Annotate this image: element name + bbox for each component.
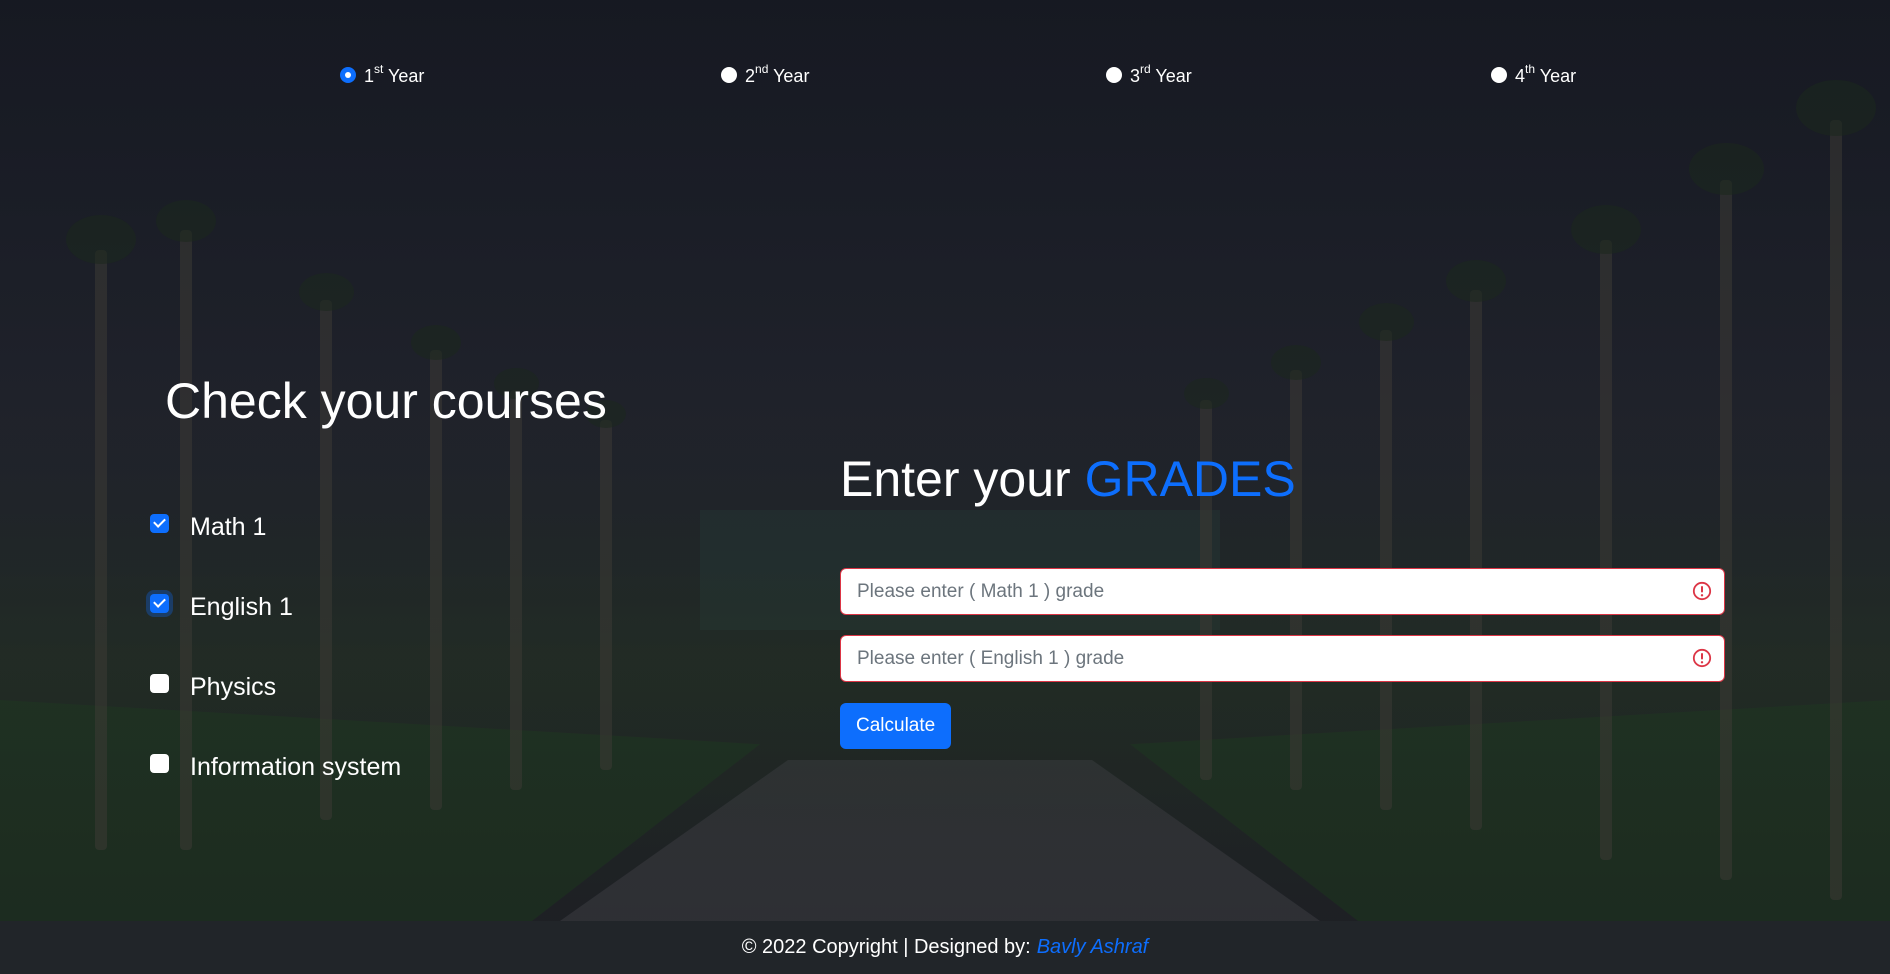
background-tree-trunk [1720, 180, 1732, 880]
year-1-radio[interactable] [340, 67, 356, 83]
year-option-1[interactable]: 1st Year [340, 62, 424, 88]
exclamation-circle-icon [1692, 648, 1712, 668]
grades-title: Enter your GRADES [840, 450, 1296, 508]
year-option-4[interactable]: 4th Year [1491, 62, 1576, 88]
physics-checkbox[interactable] [150, 673, 169, 693]
course-item-information-system[interactable]: Information system [150, 750, 401, 784]
year-2-suffix: nd [755, 61, 769, 76]
english-1-label: English 1 [190, 592, 293, 621]
year-2-number: 2 [745, 65, 756, 86]
background-tree-trunk [1600, 240, 1612, 860]
course-item-physics[interactable]: Physics [150, 670, 401, 704]
courses-title: Check your courses [165, 373, 607, 429]
background-tree-trunk [1470, 290, 1482, 830]
year-1-word: Year [388, 65, 425, 86]
background-tree-crown [66, 215, 136, 264]
year-selector: 1st Year 2nd Year 3rd Year 4th Year [0, 62, 1890, 88]
grades-title-prefix: Enter your [840, 451, 1071, 507]
math-1-label: Math 1 [190, 512, 267, 541]
background-tree-crown [1688, 142, 1764, 195]
background-tree-crown [1358, 302, 1414, 341]
background-tree-crown [1271, 345, 1321, 380]
year-2-label: 2nd Year [745, 61, 810, 87]
year-1-number: 1 [364, 65, 375, 86]
background-tree-crown [411, 325, 461, 360]
background-tree-crown [298, 272, 354, 311]
course-item-english-1[interactable]: English 1 [150, 590, 401, 624]
year-1-suffix: st [374, 61, 384, 76]
background-tree-crown [156, 200, 216, 242]
grades-title-accent: GRADES [1084, 451, 1296, 507]
math-1-checkbox[interactable] [150, 513, 169, 533]
year-4-suffix: th [1525, 61, 1536, 76]
background-tree-trunk [510, 390, 522, 790]
year-3-suffix: rd [1140, 61, 1151, 76]
year-3-label: 3rd Year [1130, 61, 1192, 87]
background-tree-crown [1571, 205, 1641, 254]
year-option-2[interactable]: 2nd Year [721, 62, 809, 88]
background-tree-crown [1446, 260, 1506, 302]
english-1-grade-field [840, 635, 1725, 682]
year-3-radio[interactable] [1106, 67, 1122, 83]
background-tree-trunk [95, 250, 107, 850]
year-4-radio[interactable] [1491, 67, 1507, 83]
page: 1st Year 2nd Year 3rd Year 4th Year Chec… [0, 0, 1890, 974]
year-4-label: 4th Year [1515, 61, 1577, 87]
year-1-label: 1st Year [364, 61, 425, 87]
calculate-button[interactable]: Calculate [840, 703, 952, 749]
information-system-checkbox[interactable] [150, 753, 169, 773]
math-1-grade-input[interactable] [840, 568, 1725, 615]
math-1-grade-field [840, 568, 1725, 615]
background-tree-crown [1796, 80, 1876, 136]
footer: © 2022 Copyright | Designed by: Bavly As… [0, 921, 1890, 974]
year-option-3[interactable]: 3rd Year [1106, 62, 1192, 88]
year-4-word: Year [1539, 65, 1577, 86]
footer-copyright: © 2022 Copyright | Designed by: [741, 936, 1031, 958]
english-1-grade-input[interactable] [840, 635, 1725, 682]
course-list: Math 1 English 1 Physics Information sys… [150, 510, 401, 830]
year-2-radio[interactable] [721, 67, 737, 83]
year-4-number: 4 [1515, 65, 1526, 86]
year-3-word: Year [1155, 65, 1192, 86]
information-system-label: Information system [190, 752, 402, 781]
background-tree-trunk [1830, 120, 1842, 900]
course-item-math-1[interactable]: Math 1 [150, 510, 401, 544]
year-3-number: 3 [1130, 65, 1141, 86]
exclamation-circle-icon [1692, 581, 1712, 601]
background-tree-crown [1183, 377, 1229, 409]
english-1-checkbox[interactable] [150, 593, 169, 613]
footer-author-link[interactable]: Bavly Ashraf [1037, 936, 1149, 959]
year-2-word: Year [773, 65, 810, 86]
background-tree-trunk [600, 420, 612, 770]
physics-label: Physics [190, 672, 277, 701]
